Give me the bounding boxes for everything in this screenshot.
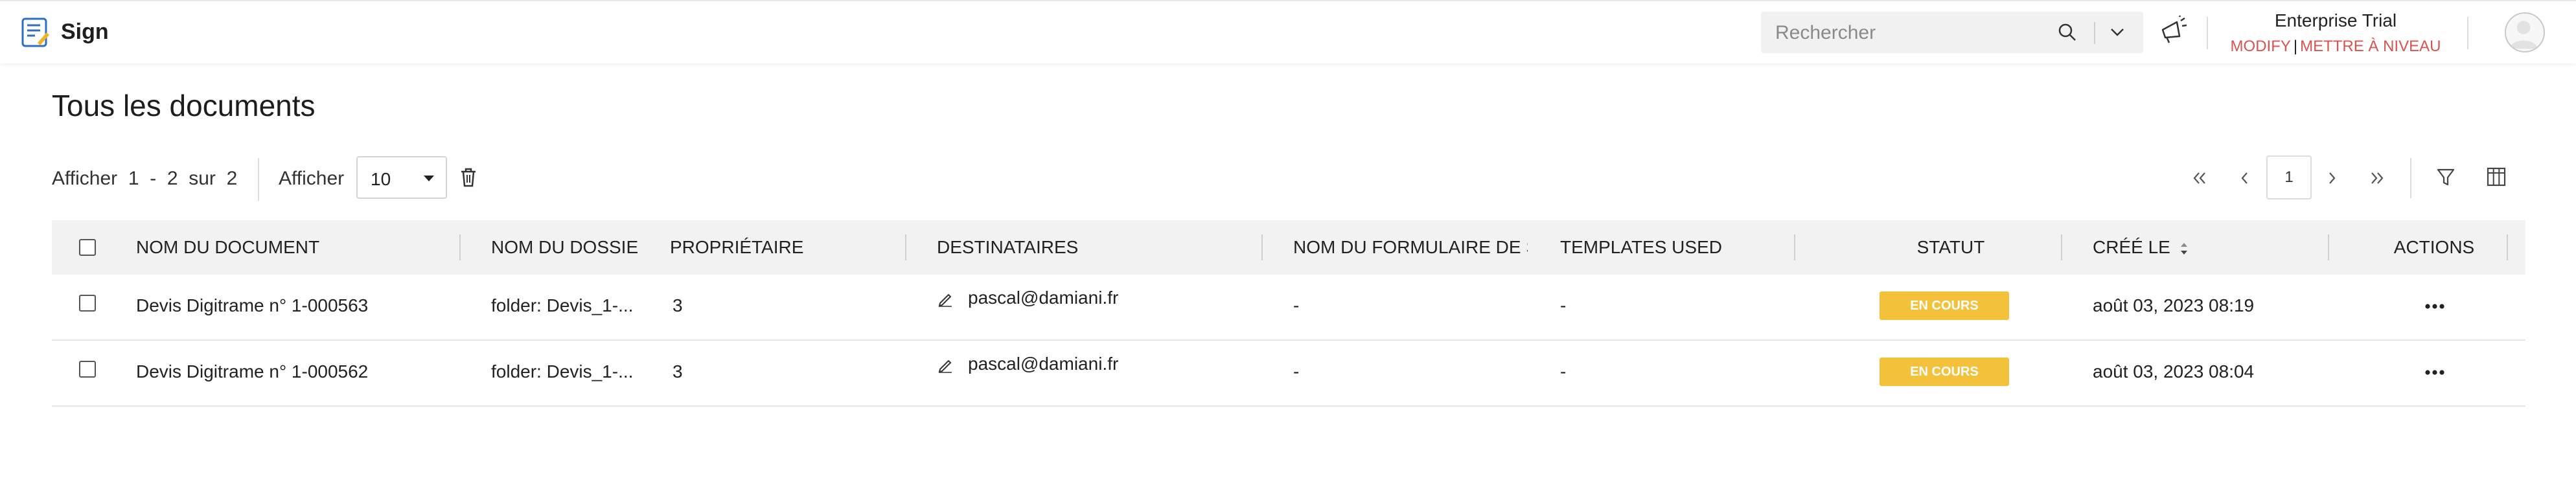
- select-all-checkbox[interactable]: [79, 239, 96, 256]
- chevron-down-icon[interactable]: [2108, 25, 2126, 40]
- first-page-icon[interactable]: [2189, 167, 2211, 189]
- column-header-created-label: CRÉÉ LE: [2093, 237, 2170, 257]
- of-label: sur: [189, 168, 216, 189]
- column-header-actions: ACTIONS: [2393, 237, 2475, 257]
- document-name[interactable]: Devis Digitrame n° 1-000562: [136, 361, 447, 382]
- created-date: août 03, 2023 08:04: [2093, 361, 2255, 381]
- templates-used: -: [1560, 361, 1567, 381]
- column-header-created[interactable]: CRÉÉ LE: [2093, 237, 2287, 258]
- previous-page-icon[interactable]: [2234, 167, 2256, 189]
- column-header-recipients[interactable]: DESTINATAIRES: [937, 237, 1248, 258]
- total-count: 2: [226, 168, 238, 189]
- column-resizer[interactable]: [2507, 234, 2508, 260]
- page-size-select[interactable]: 10: [356, 156, 447, 199]
- search-icon[interactable]: [2058, 23, 2077, 42]
- megaphone-icon[interactable]: [2157, 16, 2189, 47]
- next-page-icon[interactable]: [2321, 167, 2343, 189]
- page-title: Tous les documents: [52, 89, 316, 122]
- pen-icon: [938, 359, 952, 373]
- sort-icon[interactable]: [2179, 242, 2189, 256]
- column-header-document[interactable]: NOM DU DOCUMENT: [136, 237, 434, 258]
- current-page[interactable]: 1: [2266, 155, 2312, 199]
- table-header: NOM DU DOCUMENT NOM DU DOSSIER PROPRIÉTA…: [52, 220, 2525, 275]
- columns-icon[interactable]: [2484, 165, 2509, 189]
- created-date: août 03, 2023 08:19: [2093, 295, 2255, 315]
- search-box[interactable]: Rechercher: [1761, 12, 2143, 53]
- pen-icon: [938, 293, 952, 307]
- divider: [2207, 17, 2208, 49]
- last-page-icon[interactable]: [2366, 167, 2388, 189]
- more-horizontal-icon[interactable]: [2424, 369, 2445, 376]
- column-resizer[interactable]: [2328, 234, 2329, 260]
- column-resizer[interactable]: [459, 234, 461, 260]
- column-header-owner[interactable]: PROPRIÉTAIRE: [670, 237, 903, 258]
- signature-form-name: -: [1293, 361, 1300, 381]
- trash-icon[interactable]: [459, 167, 478, 188]
- caret-down-icon: [424, 176, 434, 181]
- search-input[interactable]: Rechercher: [1775, 22, 1876, 44]
- column-resizer[interactable]: [905, 234, 906, 260]
- filter-icon[interactable]: [2433, 165, 2458, 189]
- recipient-email: pascal@damiani.fr: [968, 288, 1119, 308]
- showing-label: Afficher: [52, 168, 118, 189]
- page-size-label: Afficher: [279, 168, 345, 189]
- status-badge: EN COURS: [1880, 291, 2009, 320]
- owner: 3: [673, 361, 683, 381]
- modify-link[interactable]: MODIFY: [2231, 38, 2291, 55]
- range-end: 2: [167, 168, 178, 189]
- range-start: 1: [128, 168, 139, 189]
- plan-link-separator: |: [2293, 38, 2298, 55]
- avatar[interactable]: [2505, 12, 2545, 52]
- plan-links: MODIFY | METTRE À NIVEAU: [2216, 38, 2455, 56]
- table-row[interactable]: Devis Digitrame n° 1-000562 folder: Devi…: [52, 341, 2525, 407]
- search-divider: [2094, 22, 2095, 44]
- folder-name: folder: Devis_1-...: [491, 361, 634, 381]
- recipient-email: pascal@damiani.fr: [968, 354, 1119, 374]
- top-bar: Sign Rechercher Enterprise Trial MODIFY |…: [0, 0, 2576, 63]
- column-header-folder[interactable]: NOM DU DOSSIER: [491, 237, 638, 258]
- range-dash: -: [150, 168, 157, 189]
- templates-used: -: [1560, 295, 1567, 315]
- user-icon: [2509, 21, 2538, 49]
- divider: [2410, 158, 2411, 198]
- row-checkbox[interactable]: [79, 295, 96, 312]
- column-header-signature-form[interactable]: NOM DU FORMULAIRE DE SIGNATURE: [1293, 237, 1528, 258]
- divider: [2467, 17, 2468, 49]
- upgrade-link[interactable]: METTRE À NIVEAU: [2300, 38, 2441, 55]
- column-header-templates[interactable]: TEMPLATES USED: [1560, 237, 1793, 258]
- plan-name: Enterprise Trial: [2274, 10, 2397, 30]
- column-resizer[interactable]: [1794, 234, 1795, 260]
- results-summary: Afficher 1 - 2 sur 2: [52, 168, 237, 190]
- divider: [258, 158, 259, 201]
- table-row[interactable]: Devis Digitrame n° 1-000563 folder: Devi…: [52, 275, 2525, 341]
- folder-name: folder: Devis_1-...: [491, 295, 634, 315]
- column-resizer[interactable]: [2061, 234, 2062, 260]
- column-resizer[interactable]: [1261, 234, 1263, 260]
- row-checkbox[interactable]: [79, 361, 96, 378]
- status-badge: EN COURS: [1880, 358, 2009, 386]
- more-horizontal-icon[interactable]: [2424, 303, 2445, 310]
- sign-logo-icon[interactable]: [21, 17, 51, 49]
- document-name[interactable]: Devis Digitrame n° 1-000563: [136, 295, 447, 316]
- app-title: Sign: [61, 19, 109, 44]
- page-size-value: 10: [371, 169, 391, 189]
- owner: 3: [673, 295, 683, 315]
- column-header-status[interactable]: STATUT: [1827, 237, 2075, 258]
- signature-form-name: -: [1293, 295, 1300, 315]
